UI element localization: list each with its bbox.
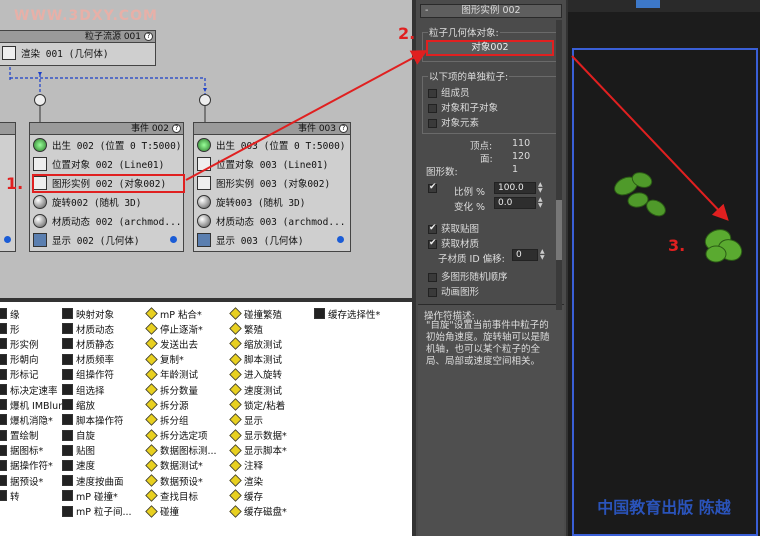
- annotation-arrows: [185, 50, 729, 221]
- annotation-3: 3.: [668, 236, 686, 255]
- annotation-2: 2.: [398, 24, 416, 43]
